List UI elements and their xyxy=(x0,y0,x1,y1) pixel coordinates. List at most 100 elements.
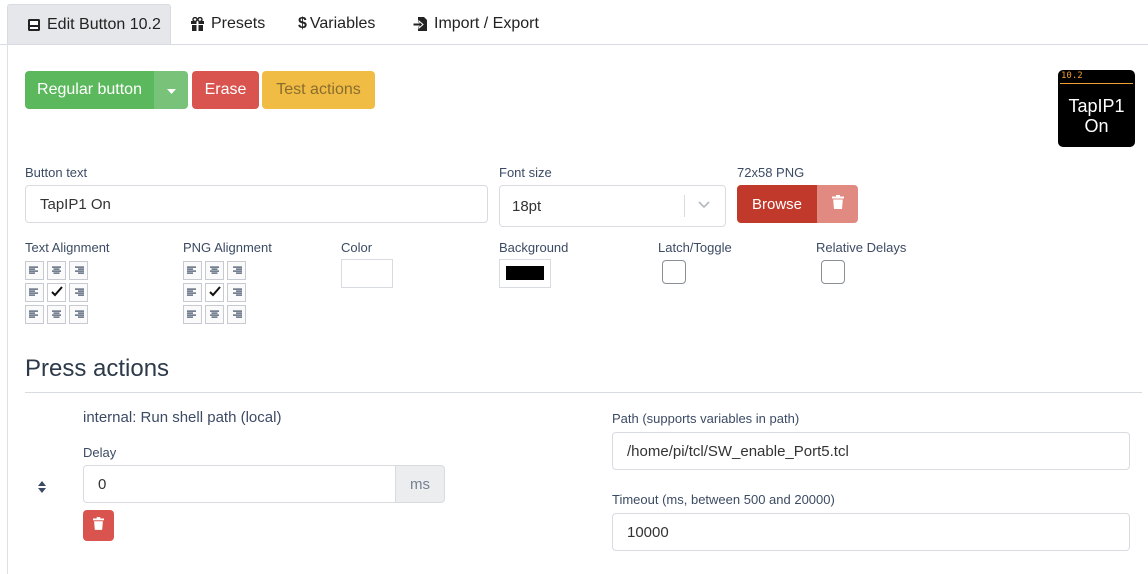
align-right-icon xyxy=(231,306,242,324)
button-style-dropdown[interactable] xyxy=(154,71,188,109)
color-swatch[interactable] xyxy=(341,259,393,288)
keyboard-icon xyxy=(27,18,41,32)
align-right-icon xyxy=(231,284,242,302)
font-size-value: 18pt xyxy=(512,198,542,215)
path-value: /home/pi/tcl/SW_enable_Port5.tcl xyxy=(627,442,849,460)
align-left-icon xyxy=(187,262,198,280)
relative-delays-checkbox[interactable] xyxy=(821,260,845,284)
button-text-value: TapIP1 On xyxy=(40,195,111,213)
tab-label: Import / Export xyxy=(434,15,539,32)
tab-label: Variables xyxy=(309,15,376,32)
align-left-icon xyxy=(29,284,40,302)
button-text-input[interactable]: TapIP1 On xyxy=(25,185,488,223)
preview-line-2: On xyxy=(1084,116,1109,136)
align-middle-right-cell[interactable] xyxy=(69,283,88,302)
divider xyxy=(25,392,1142,393)
timeout-value: 10000 xyxy=(627,523,669,541)
color-label: Color xyxy=(341,240,373,255)
delay-value: 0 xyxy=(98,475,107,493)
button-style-button[interactable]: Regular button xyxy=(25,71,154,109)
tab-label: Presets xyxy=(211,15,266,32)
align-right-icon xyxy=(231,262,242,280)
align-bottom-center-cell[interactable] xyxy=(205,305,224,324)
clear-png-button[interactable] xyxy=(817,185,858,223)
png-label: 72x58 PNG xyxy=(737,165,805,180)
align-top-left-cell[interactable] xyxy=(25,261,44,280)
align-top-right-cell[interactable] xyxy=(69,261,88,280)
align-middle-right-cell[interactable] xyxy=(227,283,246,302)
tab-import-export[interactable]: Import / Export xyxy=(412,4,539,44)
png-alignment-label: PNG Alignment xyxy=(183,240,272,255)
button-text-label: Button text xyxy=(25,165,88,180)
test-actions-button[interactable]: Test actions xyxy=(262,71,375,109)
align-center-icon xyxy=(51,306,62,324)
align-left-icon xyxy=(29,262,40,280)
align-top-left-cell[interactable] xyxy=(183,261,202,280)
png-alignment-grid xyxy=(183,261,246,324)
font-size-select[interactable]: 18pt xyxy=(499,185,726,227)
chevron-down-icon xyxy=(697,197,711,216)
relative-delays-label: Relative Delays xyxy=(816,240,907,255)
align-bottom-right-cell[interactable] xyxy=(69,305,88,324)
color-swatch-fill xyxy=(348,266,386,280)
tab-bar: Edit Button 10.2 Presets $ Variables Imp… xyxy=(0,0,1148,45)
caret-down-icon xyxy=(166,81,176,99)
delay-input[interactable]: 0 xyxy=(83,465,396,503)
text-alignment-grid xyxy=(25,261,88,324)
path-input[interactable]: /home/pi/tcl/SW_enable_Port5.tcl xyxy=(612,432,1130,470)
path-label: Path (supports variables in path) xyxy=(612,411,800,426)
latch-toggle-label: Latch/Toggle xyxy=(658,240,732,255)
select-separator xyxy=(684,195,685,217)
delay-unit: ms xyxy=(396,465,445,503)
align-top-right-cell[interactable] xyxy=(227,261,246,280)
text-alignment-label: Text Alignment xyxy=(25,240,110,255)
preview-line-1: TapIP1 xyxy=(1068,96,1125,116)
press-actions-heading: Press actions xyxy=(25,355,170,382)
align-top-center-cell[interactable] xyxy=(205,261,224,280)
align-center-icon xyxy=(209,262,220,280)
checkmark-icon xyxy=(208,284,221,302)
align-left-icon xyxy=(187,284,198,302)
align-middle-left-cell[interactable] xyxy=(25,283,44,302)
align-center-cell[interactable] xyxy=(47,283,66,302)
button-preview: 10.2 TapIP1 On xyxy=(1058,70,1135,147)
align-center-icon xyxy=(209,306,220,324)
tab-variables[interactable]: $ Variables xyxy=(298,4,375,44)
align-right-icon xyxy=(73,306,84,324)
sort-handle-icon[interactable] xyxy=(37,480,47,499)
timeout-label: Timeout (ms, between 500 and 20000) xyxy=(612,492,835,507)
file-import-icon xyxy=(412,16,428,32)
gift-icon xyxy=(190,17,205,31)
preview-divider xyxy=(1060,83,1133,84)
content-border xyxy=(7,44,8,574)
align-bottom-center-cell[interactable] xyxy=(47,305,66,324)
align-center-cell[interactable] xyxy=(205,283,224,302)
tab-edit-button[interactable]: Edit Button 10.2 xyxy=(7,4,171,44)
timeout-input[interactable]: 10000 xyxy=(612,513,1130,551)
align-bottom-left-cell[interactable] xyxy=(25,305,44,324)
latch-toggle-checkbox[interactable] xyxy=(662,260,686,284)
align-center-icon xyxy=(51,262,62,280)
align-middle-left-cell[interactable] xyxy=(183,283,202,302)
trash-icon xyxy=(831,194,844,214)
checkmark-icon xyxy=(50,284,63,302)
trash-icon xyxy=(93,516,104,535)
delete-action-button[interactable] xyxy=(83,510,114,541)
preview-text: TapIP1 On xyxy=(1058,96,1135,136)
preview-number: 10.2 xyxy=(1061,71,1083,81)
tab-presets[interactable]: Presets xyxy=(190,4,265,44)
erase-button[interactable]: Erase xyxy=(192,71,259,109)
align-top-center-cell[interactable] xyxy=(47,261,66,280)
background-swatch[interactable] xyxy=(499,259,551,288)
align-left-icon xyxy=(187,306,198,324)
align-left-icon xyxy=(29,306,40,324)
background-swatch-fill xyxy=(506,266,544,280)
align-bottom-right-cell[interactable] xyxy=(227,305,246,324)
tab-label: Edit Button 10.2 xyxy=(47,15,161,33)
delay-label: Delay xyxy=(83,445,117,460)
align-right-icon xyxy=(73,262,84,280)
dollar-icon: $ xyxy=(298,15,307,32)
font-size-label: Font size xyxy=(499,165,552,180)
browse-button[interactable]: Browse xyxy=(737,185,817,223)
align-bottom-left-cell[interactable] xyxy=(183,305,202,324)
